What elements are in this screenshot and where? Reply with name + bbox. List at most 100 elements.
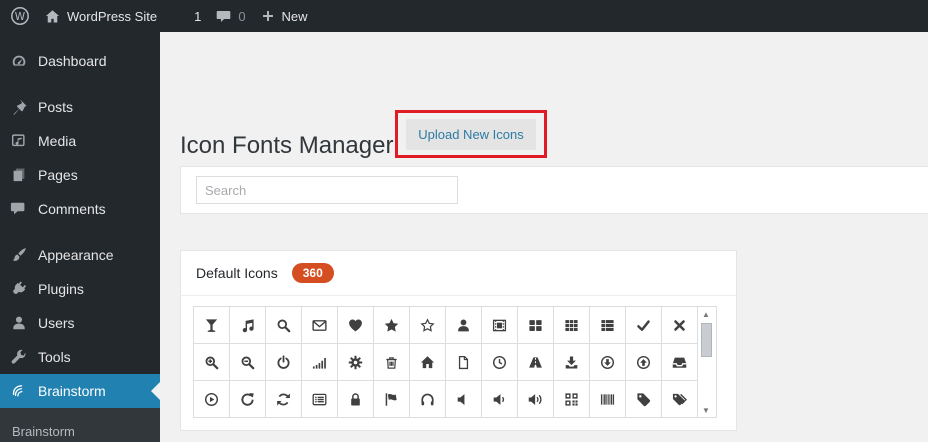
envelope-o-icon[interactable]	[302, 307, 337, 343]
sidebar-item-label: Brainstorm	[38, 383, 106, 399]
scroll-down-button[interactable]: ▼	[698, 403, 714, 417]
plus-icon	[260, 8, 276, 24]
th-icon[interactable]	[554, 307, 589, 343]
highlight-annotation: Upload New Icons	[395, 110, 547, 158]
search-minus-icon[interactable]	[230, 344, 265, 380]
sidebar-item-label: Users	[38, 315, 75, 331]
music-icon[interactable]	[230, 307, 265, 343]
star-icon[interactable]	[374, 307, 409, 343]
cog-icon[interactable]	[338, 344, 373, 380]
pushpin-icon	[9, 98, 29, 116]
user-icon[interactable]	[446, 307, 481, 343]
sidebar-item-label: Dashboard	[38, 53, 107, 69]
sidebar-item-label: Appearance	[38, 247, 114, 263]
search-panel	[180, 166, 928, 214]
comments-count: 0	[238, 8, 246, 24]
arrow-circle-down-icon[interactable]	[590, 344, 625, 380]
sidebar-item-dashboard[interactable]: Dashboard	[0, 44, 160, 78]
sidebar-item-comments[interactable]: Comments	[0, 192, 160, 226]
sidebar-item-label: Media	[38, 133, 77, 149]
comments-link[interactable]: 0	[215, 0, 246, 32]
inbox-icon[interactable]	[662, 344, 697, 380]
sidebar-item-label: Comments	[38, 201, 106, 217]
home-icon	[44, 8, 61, 25]
download-icon[interactable]	[554, 344, 589, 380]
search-plus-icon[interactable]	[194, 344, 229, 380]
signal-icon[interactable]	[302, 344, 337, 380]
home-icon[interactable]	[410, 344, 445, 380]
tags-icon[interactable]	[662, 381, 697, 417]
check-icon[interactable]	[626, 307, 661, 343]
tag-icon[interactable]	[626, 381, 661, 417]
times-icon[interactable]	[662, 307, 697, 343]
panel-header: Default Icons 360	[181, 251, 736, 296]
barcode-icon[interactable]	[590, 381, 625, 417]
media-icon	[9, 132, 29, 150]
new-label: New	[281, 8, 308, 24]
lock-icon[interactable]	[338, 381, 373, 417]
volume-up-icon[interactable]	[518, 381, 553, 417]
sidebar-item-brainstorm[interactable]: Brainstorm	[0, 374, 160, 408]
sidebar-submenu: Brainstorm	[0, 408, 160, 442]
tools-icon	[9, 348, 29, 366]
sidebar-item-pages[interactable]: Pages	[0, 158, 160, 192]
headphones-icon[interactable]	[410, 381, 445, 417]
clock-o-icon[interactable]	[482, 344, 517, 380]
wordpress-admin: W WordPress Site 1 0 New Dashboard Posts M…	[0, 0, 928, 442]
qrcode-icon[interactable]	[554, 381, 589, 417]
repeat-icon[interactable]	[230, 381, 265, 417]
default-icons-panel: Default Icons 360 ▲ ▼	[180, 250, 737, 431]
sidebar-item-label: Tools	[38, 349, 71, 365]
pages-icon	[9, 166, 29, 184]
brainstorm-icon	[9, 382, 29, 400]
updates-icon	[171, 8, 188, 25]
sidebar-item-users[interactable]: Users	[0, 306, 160, 340]
sidebar-item-tools[interactable]: Tools	[0, 340, 160, 374]
file-o-icon[interactable]	[446, 344, 481, 380]
volume-off-icon[interactable]	[446, 381, 481, 417]
flag-icon[interactable]	[374, 381, 409, 417]
star-o-icon[interactable]	[410, 307, 445, 343]
updates-link[interactable]: 1	[171, 0, 201, 32]
power-off-icon[interactable]	[266, 344, 301, 380]
site-name-link[interactable]: WordPress Site	[44, 0, 157, 32]
new-content-link[interactable]: New	[260, 0, 308, 32]
upload-new-icons-button[interactable]: Upload New Icons	[406, 118, 536, 150]
admin-bar: W WordPress Site 1 0 New	[0, 0, 928, 32]
sidebar-item-plugins[interactable]: Plugins	[0, 272, 160, 306]
heart-icon[interactable]	[338, 307, 373, 343]
search-icon[interactable]	[266, 307, 301, 343]
page-title: Icon Fonts Manager	[180, 132, 394, 160]
panel-title: Default Icons	[196, 265, 278, 281]
icon-count-badge: 360	[291, 263, 334, 283]
active-item-arrow	[151, 382, 160, 400]
svg-text:W: W	[15, 11, 26, 23]
scroll-up-button[interactable]: ▲	[698, 307, 714, 321]
list-alt-icon[interactable]	[302, 381, 337, 417]
play-circle-o-icon[interactable]	[194, 381, 229, 417]
sidebar-item-posts[interactable]: Posts	[0, 90, 160, 124]
scroll-thumb[interactable]	[700, 323, 712, 357]
site-name-label: WordPress Site	[67, 8, 158, 24]
users-icon	[9, 314, 29, 332]
th-large-icon[interactable]	[518, 307, 553, 343]
refresh-icon[interactable]	[266, 381, 301, 417]
sidebar-item-appearance[interactable]: Appearance	[0, 238, 160, 272]
wordpress-logo[interactable]: W	[10, 0, 30, 32]
sidebar-item-media[interactable]: Media	[0, 124, 160, 158]
search-input[interactable]	[196, 176, 458, 204]
submenu-item-brainstorm[interactable]: Brainstorm	[0, 418, 160, 442]
icon-grid-scrollbar: ▲ ▼	[697, 307, 714, 417]
arrow-circle-up-icon[interactable]	[626, 344, 661, 380]
glass-icon[interactable]	[194, 307, 229, 343]
sidebar-item-label: Pages	[38, 167, 78, 183]
th-list-icon[interactable]	[590, 307, 625, 343]
dashboard-icon	[9, 52, 29, 70]
road-icon[interactable]	[518, 344, 553, 380]
comments-icon	[9, 200, 29, 218]
wordpress-logo-icon: W	[10, 6, 30, 26]
trash-o-icon[interactable]	[374, 344, 409, 380]
volume-down-icon[interactable]	[482, 381, 517, 417]
film-icon[interactable]	[482, 307, 517, 343]
sidebar-item-label: Plugins	[38, 281, 84, 297]
